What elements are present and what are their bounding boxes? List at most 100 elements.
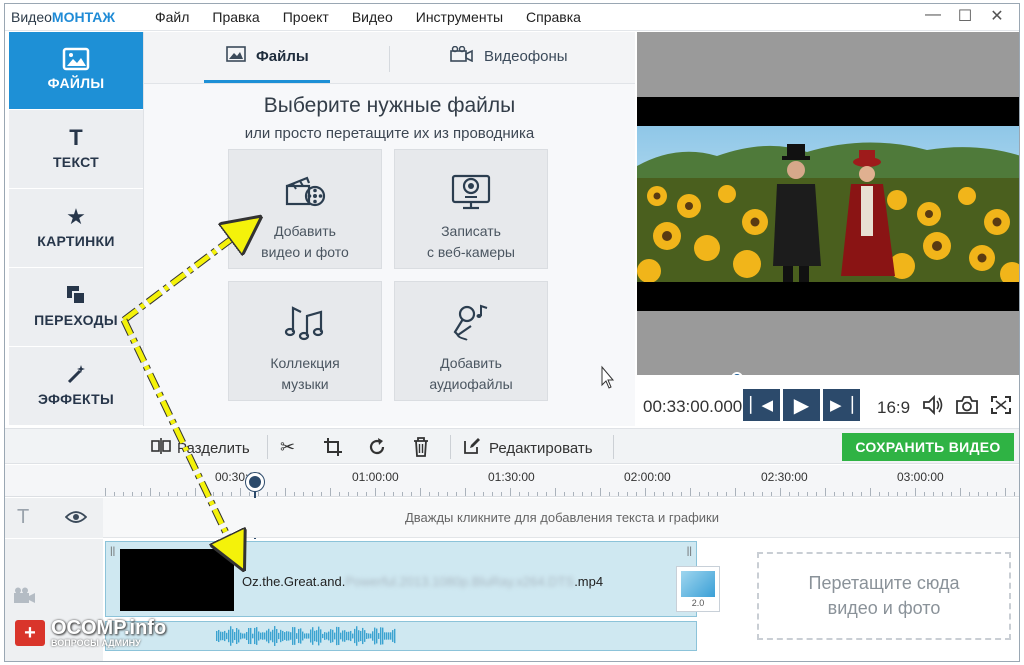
waveform-bar xyxy=(392,630,394,642)
ruler-tick xyxy=(789,492,790,496)
waveform-bar xyxy=(238,629,240,643)
waveform-bar xyxy=(394,628,396,644)
menu-video[interactable]: Видео xyxy=(352,9,393,25)
timeline-ruler[interactable]: 00:30:00 01:00:00 01:30:00 02:00:00 02:3… xyxy=(5,465,1019,497)
ruler-label: 01:00:00 xyxy=(352,470,399,484)
previous-frame-button[interactable]: ▏◀ xyxy=(743,389,780,421)
drop-video-zone[interactable]: Перетащите сюда видео и фото xyxy=(757,552,1011,640)
add-audio-button[interactable]: Добавить аудиофайлы xyxy=(394,281,548,401)
split-icon xyxy=(151,437,171,459)
play-icon: ▶ xyxy=(793,394,810,417)
audio-waveform-track[interactable] xyxy=(105,621,697,651)
ruler-tick xyxy=(825,488,826,496)
record-webcam-button[interactable]: Записать с веб-камеры xyxy=(394,149,548,269)
app-window: ВидеоМОНТАЖ Файл Правка Проект Видео Инс… xyxy=(4,3,1020,662)
clip-trim-handle-left[interactable]: || xyxy=(110,546,115,557)
waveform-bar xyxy=(220,631,222,641)
ruler-tick xyxy=(1005,488,1006,496)
add-video-photo-button[interactable]: Добавить видео и фото xyxy=(228,149,382,269)
ruler-tick xyxy=(249,492,250,496)
waveform-bar xyxy=(336,626,338,646)
delete-button[interactable] xyxy=(412,437,430,461)
waveform-bar xyxy=(346,631,348,641)
ruler-tick xyxy=(798,492,799,496)
ruler-tick xyxy=(420,488,421,496)
waveform-bar xyxy=(252,633,254,639)
menu-tools[interactable]: Инструменты xyxy=(416,9,503,25)
ruler-tick xyxy=(924,492,925,496)
playhead-handle[interactable] xyxy=(246,473,264,491)
menu-project[interactable]: Проект xyxy=(283,9,329,25)
minimize-button[interactable]: — xyxy=(917,6,949,26)
ruler-tick xyxy=(834,492,835,496)
fullscreen-icon[interactable] xyxy=(989,394,1013,422)
tab-video-backgrounds[interactable]: Видеофоны xyxy=(450,45,568,66)
ruler-tick xyxy=(996,492,997,496)
next-frame-button[interactable]: ▶▕ xyxy=(823,389,860,421)
waveform-bar xyxy=(388,632,390,640)
save-video-button[interactable]: СОХРАНИТЬ ВИДЕО xyxy=(842,433,1014,461)
waveform-bar xyxy=(326,632,328,640)
waveform-bar xyxy=(354,628,356,644)
waveform-bar xyxy=(216,631,218,641)
text-track[interactable]: T Дважды кликните для добавления текста … xyxy=(5,498,1019,538)
sidebar-item-files[interactable]: ФАЙЛЫ xyxy=(9,32,152,110)
clip-trim-handle-right[interactable]: || xyxy=(687,546,692,557)
menu-file[interactable]: Файл xyxy=(155,9,189,25)
ruler-tick xyxy=(960,488,961,496)
film-camera-icon xyxy=(450,45,474,66)
sidebar-item-pictures[interactable]: ★ КАРТИНКИ xyxy=(9,190,143,268)
ruler-tick xyxy=(150,488,151,496)
ruler-tick xyxy=(492,492,493,496)
snapshot-camera-icon[interactable] xyxy=(955,394,979,422)
transition-thumbnail xyxy=(681,571,715,597)
aspect-ratio-selector[interactable]: 16:9 xyxy=(877,398,910,418)
tab-files[interactable]: Файлы xyxy=(226,46,309,66)
waveform-bar xyxy=(372,631,374,641)
waveform-bar xyxy=(242,633,244,639)
toolbar-divider xyxy=(613,435,614,459)
waveform-bar xyxy=(292,627,294,645)
ruler-tick xyxy=(321,492,322,496)
waveform-bar xyxy=(248,627,250,645)
ruler-tick xyxy=(978,492,979,496)
ruler-tick xyxy=(906,492,907,496)
edit-button[interactable]: Редактировать xyxy=(463,437,593,459)
transition-duration: 2.0 xyxy=(691,598,705,608)
video-frame[interactable] xyxy=(637,97,1019,311)
waveform-bar xyxy=(390,632,392,640)
volume-icon[interactable] xyxy=(921,394,945,422)
menu-help[interactable]: Справка xyxy=(526,9,581,25)
ruler-tick xyxy=(204,492,205,496)
image-icon xyxy=(226,46,246,66)
waveform-bar xyxy=(316,630,318,642)
trash-icon xyxy=(412,437,430,461)
crop-button[interactable] xyxy=(323,437,343,461)
rotate-button[interactable] xyxy=(367,437,387,461)
eye-icon[interactable] xyxy=(64,510,88,529)
transition-block[interactable]: 2.0 xyxy=(676,566,720,612)
magic-wand-icon xyxy=(9,363,143,387)
waveform-bar xyxy=(262,632,264,640)
preview-frame-image xyxy=(637,126,1019,282)
ruler-tick xyxy=(123,492,124,496)
play-button[interactable]: ▶ xyxy=(783,389,820,421)
waveform-bar xyxy=(268,628,270,644)
video-clip[interactable]: || || Oz.the.Great.and.Powerful.2013.108… xyxy=(105,541,697,617)
waveform-bar xyxy=(298,628,300,644)
sidebar-item-text[interactable]: T ТЕКСТ xyxy=(9,111,143,189)
maximize-button[interactable]: ☐ xyxy=(949,6,981,26)
sidebar-item-effects[interactable]: ЭФФЕКТЫ xyxy=(9,348,143,426)
ruler-tick xyxy=(681,492,682,496)
ruler-tick xyxy=(483,492,484,496)
close-button[interactable]: ✕ xyxy=(981,6,1013,26)
ruler-tick xyxy=(114,492,115,496)
menu-edit[interactable]: Правка xyxy=(212,9,259,25)
ruler-tick xyxy=(528,492,529,496)
text-icon: T xyxy=(69,125,83,150)
sidebar-item-transitions[interactable]: ПЕРЕХОДЫ xyxy=(9,269,143,347)
cut-button[interactable]: ✂ xyxy=(280,437,295,458)
waveform-bar xyxy=(296,633,298,639)
split-button[interactable]: Разделить xyxy=(151,437,250,459)
music-collection-button[interactable]: Коллекция музыки xyxy=(228,281,382,401)
